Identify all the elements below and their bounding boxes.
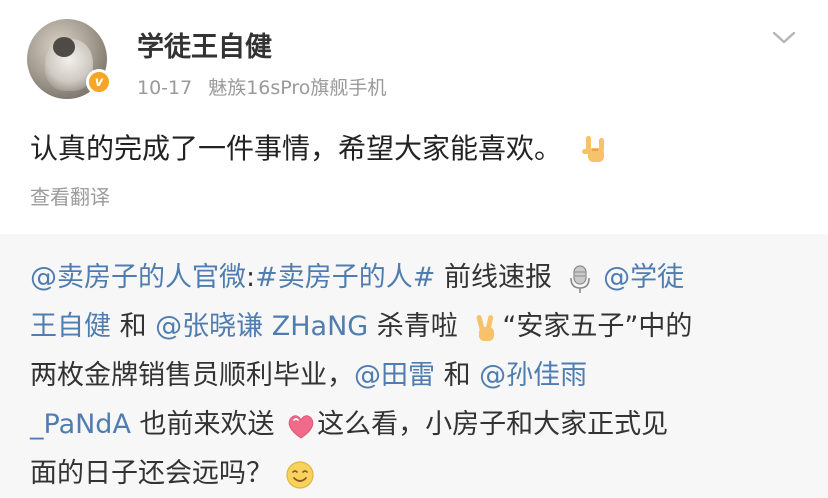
mention-zhang[interactable]: @张晓谦 ZHaNG (155, 311, 368, 342)
repost-line-3: 两枚金牌销售员顺利毕业，@田雷 和 @孙佳雨 (30, 358, 587, 394)
rock-hand-emoji-icon (581, 136, 604, 162)
mention-sun-part2[interactable]: _PaNdA (30, 409, 131, 440)
verified-badge-letter: v (94, 74, 104, 90)
repost-text-6: 和 (435, 360, 480, 391)
mention-wang-part1[interactable]: @学徒 (595, 262, 684, 293)
repost-box[interactable]: @卖房子的人官微:#卖房子的人# 前线速报 @学徒 王自健 和 @张晓谦 ZHa… (0, 234, 828, 498)
repost-text-3: 杀青啦 (368, 311, 458, 342)
translate-link[interactable]: 查看翻译 (30, 181, 110, 210)
post-text-content: 认真的完成了一件事情，希望大家能喜欢。 (30, 132, 563, 165)
repost-line-1: @卖房子的人官微:#卖房子的人# 前线速报 @学徒 (30, 260, 684, 296)
mention-sun-part1[interactable]: @孙佳雨 (479, 360, 587, 391)
repost-text-9: 面的日子还会远吗？ (30, 458, 273, 489)
repost-line-4: _PaNdA 也前来欢送 这么看，小房子和大家正式见 (30, 407, 668, 443)
repost-text-2: 和 (111, 311, 156, 342)
microphone-emoji-icon (569, 264, 590, 293)
repost-text-8: 这么看，小房子和大家正式见 (317, 409, 669, 440)
smile-emoji-icon (285, 460, 314, 489)
victory-hand-emoji-icon (477, 314, 495, 341)
hashtag[interactable]: #卖房子的人# (255, 262, 435, 293)
repost-line-5: 面的日子还会远吗？ (30, 456, 316, 492)
repost-text-7: 也前来欢送 (130, 409, 275, 440)
mention-official[interactable]: @卖房子的人官微 (30, 262, 246, 293)
repost-colon: : (246, 262, 256, 293)
post-meta: 10-17 魅族16sPro旗舰手机 (137, 73, 386, 100)
verified-badge-icon: v (86, 69, 112, 95)
chevron-down-icon[interactable] (771, 30, 797, 46)
post-device: 魅族16sPro旗舰手机 (208, 77, 387, 99)
post-date: 10-17 (137, 77, 193, 99)
repost-text-4: “安家五子”中的 (502, 311, 693, 342)
repost-line-2: 王自健 和 @张晓谦 ZHaNG 杀青啦 “安家五子”中的 (30, 309, 692, 345)
username[interactable]: 学徒王自健 (137, 25, 272, 64)
heart-emoji-icon (288, 414, 314, 439)
mention-tian[interactable]: @田雷 (354, 360, 435, 391)
repost-text-5: 两枚金牌销售员顺利毕业， (30, 360, 354, 391)
cat-patch (53, 37, 75, 57)
post-header: v 学徒王自健 10-17 魅族16sPro旗舰手机 (0, 0, 828, 110)
repost-text-1: 前线速报 (435, 262, 552, 293)
mention-wang-part2[interactable]: 王自健 (30, 311, 111, 342)
post-text: 认真的完成了一件事情，希望大家能喜欢。 (30, 131, 613, 168)
